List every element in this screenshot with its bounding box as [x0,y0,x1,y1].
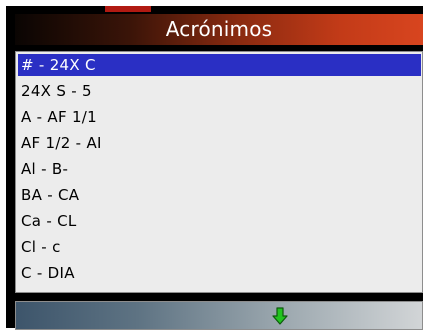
list-item[interactable]: Ca - CL [18,210,421,232]
list-item[interactable]: AF 1/2 - AI [18,132,421,154]
list-item[interactable]: Al - B- [18,158,421,180]
top-indicator [105,6,151,12]
title-bar: Acrónimos [15,14,423,45]
down-arrow-icon[interactable] [272,307,288,325]
list-item[interactable]: BA - CA [18,184,421,206]
device-frame: Acrónimos # - 24X C 24X S - 5 A - AF 1/1… [6,6,423,330]
acronym-list[interactable]: # - 24X C 24X S - 5 A - AF 1/1 AF 1/2 - … [15,51,423,293]
footer-bar [15,301,423,330]
list-item-selected[interactable]: # - 24X C [18,54,421,76]
list-item[interactable]: C - DIA [18,262,421,284]
list-item[interactable]: 24X S - 5 [18,80,421,102]
list-item[interactable]: Cl - c [18,236,421,258]
page-title: Acrónimos [165,17,273,41]
list-item[interactable]: A - AF 1/1 [18,106,421,128]
